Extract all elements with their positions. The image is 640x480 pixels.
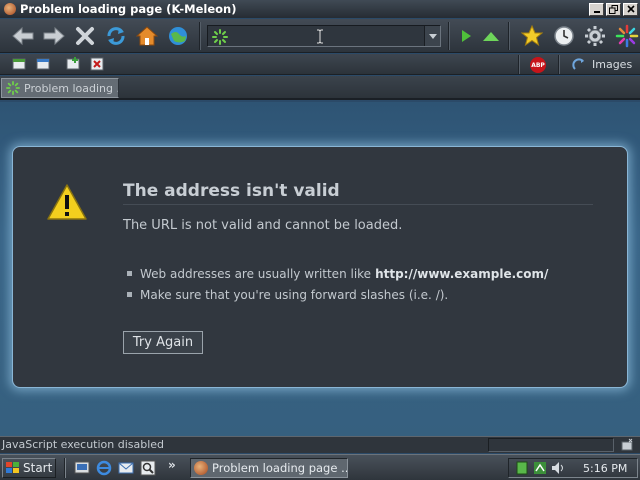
tray-app-icon[interactable] [515, 461, 529, 475]
images-label: Images [592, 58, 633, 71]
bullet-icon [127, 292, 132, 297]
history-clock-icon [554, 26, 574, 46]
suggestion-text: Web addresses are usually written like [140, 266, 372, 281]
loading-spinner-icon [6, 81, 20, 95]
error-box: The address isn't valid The URL is not v… [12, 146, 628, 388]
page-content: The address isn't valid The URL is not v… [0, 102, 640, 436]
go-button[interactable] [165, 23, 191, 49]
search-icon[interactable] [140, 460, 156, 476]
system-tray: 5:16 PM [508, 458, 638, 478]
up-arrow-icon [483, 32, 499, 41]
more-quicklaunch-chevron[interactable]: » [168, 458, 176, 472]
settings-gear-icon [585, 26, 605, 46]
toolbar-separator [518, 55, 520, 74]
suggestion-text: Make sure that you're using forward slas… [140, 287, 449, 302]
warning-icon [47, 184, 87, 220]
url-dropdown-button[interactable] [424, 26, 440, 46]
toolbar-separator [508, 22, 510, 50]
secondary-toolbar: ABP Images [0, 54, 640, 75]
restore-button[interactable] [606, 2, 621, 16]
tray-volume-icon[interactable] [551, 461, 565, 475]
bullet-icon [127, 271, 132, 276]
restore-icon [609, 4, 618, 14]
start-label: Start [23, 461, 53, 475]
title-divider [123, 204, 593, 205]
kmeleon-app-icon [194, 461, 208, 475]
tab-strip: Problem loading ... [0, 76, 640, 100]
toolbar-separator [558, 55, 560, 74]
list-item: Make sure that you're using forward slas… [127, 284, 548, 305]
adblock-plus-icon[interactable]: ABP [530, 57, 546, 73]
close-button[interactable] [623, 2, 638, 16]
status-text: JavaScript execution disabled [2, 438, 165, 451]
minimize-icon [593, 11, 600, 13]
reload-icon [107, 27, 125, 45]
reload-button[interactable] [103, 23, 129, 49]
taskbar-item-kmeleon[interactable]: Problem loading page ... [190, 458, 348, 478]
kmeleon-logo-icon [615, 24, 639, 48]
taskbar-item-label: Problem loading page ... [212, 461, 348, 475]
internet-explorer-icon[interactable] [96, 460, 112, 476]
status-panel [488, 438, 614, 452]
preferences-button[interactable] [582, 23, 608, 49]
tab-problem-loading[interactable]: Problem loading ... [1, 78, 119, 98]
forward-icon [43, 26, 65, 46]
stop-icon [76, 27, 94, 45]
close-layer-icon[interactable] [90, 57, 104, 71]
suggestion-list: Web addresses are usually written like h… [127, 263, 548, 305]
stop-button[interactable] [72, 23, 98, 49]
play-button[interactable] [453, 23, 479, 49]
bookmarks-button[interactable] [519, 23, 545, 49]
page-layer-2-icon[interactable] [36, 57, 50, 71]
up-button[interactable] [478, 23, 504, 49]
security-status-icon[interactable] [620, 438, 634, 452]
page-layer-icon[interactable] [12, 57, 26, 71]
error-title: The address isn't valid [123, 181, 340, 201]
tray-network-icon[interactable] [533, 461, 547, 475]
kmeleon-app-icon[interactable] [4, 3, 16, 15]
screen: Problem loading page (K-Meleon) ABP Imag… [0, 0, 640, 480]
images-icon [572, 57, 584, 70]
outlook-express-icon[interactable] [118, 460, 134, 476]
close-icon [626, 5, 635, 13]
home-button[interactable] [134, 23, 160, 49]
windows-logo-icon [6, 462, 19, 473]
status-bar: JavaScript execution disabled [0, 436, 640, 453]
minimize-button[interactable] [589, 2, 604, 16]
images-toggle-button[interactable]: Images [572, 56, 632, 73]
new-layer-icon[interactable] [66, 57, 80, 71]
home-icon [136, 26, 158, 46]
navigation-toolbar [0, 19, 640, 53]
clock[interactable]: 5:16 PM [583, 462, 627, 475]
history-button[interactable] [551, 23, 577, 49]
chevron-down-icon [428, 33, 437, 39]
back-icon [12, 26, 34, 46]
title-bar[interactable]: Problem loading page (K-Meleon) [0, 0, 640, 18]
try-again-button[interactable]: Try Again [123, 331, 203, 354]
text-cursor-icon [317, 29, 323, 44]
url-bar[interactable] [207, 25, 441, 47]
back-button[interactable] [10, 23, 36, 49]
kmeleon-logo-button[interactable] [614, 23, 640, 49]
list-item: Web addresses are usually written like h… [127, 263, 548, 284]
start-button[interactable]: Start [2, 458, 56, 478]
tab-label: Problem loading ... [24, 81, 119, 95]
play-icon [462, 30, 471, 42]
example-url: http://www.example.com/ [375, 266, 549, 281]
taskbar-separator [64, 458, 66, 478]
show-desktop-icon[interactable] [74, 460, 90, 476]
bookmarks-star-icon [521, 25, 543, 47]
toolbar-separator [448, 22, 450, 50]
go-icon [169, 27, 187, 45]
window-title: Problem loading page (K-Meleon) [20, 2, 237, 16]
taskbar: Start » Problem loading page ... 5:16 PM [0, 454, 640, 480]
error-description: The URL is not valid and cannot be loade… [123, 218, 403, 233]
loading-spinner-icon [212, 29, 228, 45]
forward-button[interactable] [41, 23, 67, 49]
toolbar-separator [199, 22, 201, 50]
